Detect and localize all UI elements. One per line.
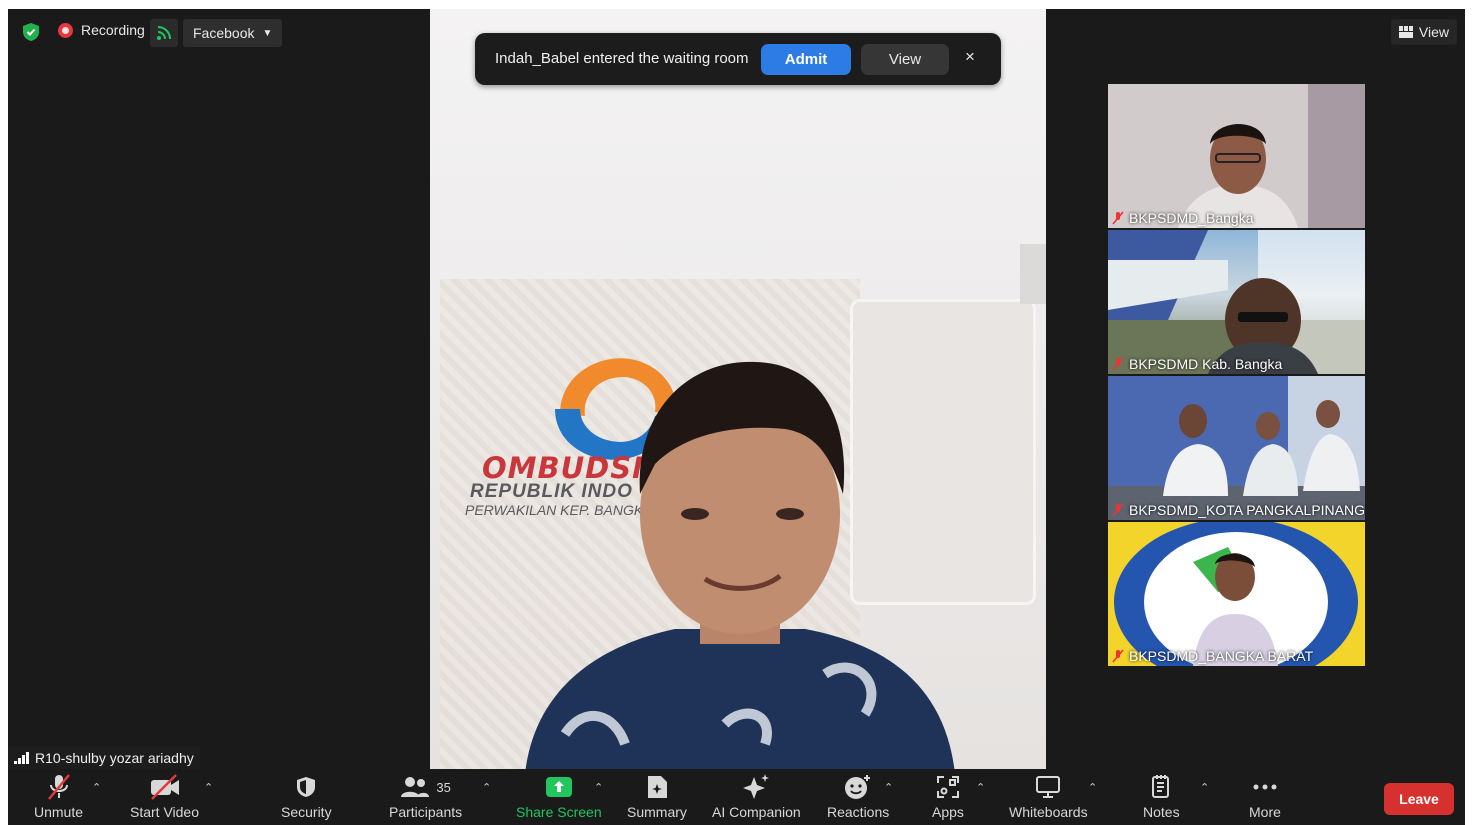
ai-companion-button[interactable]: AI Companion	[712, 773, 801, 820]
reactions-button[interactable]: Reactions	[827, 773, 889, 820]
share-screen-label: Share Screen	[516, 804, 602, 820]
ai-sparkle-icon	[743, 774, 770, 799]
participants-button[interactable]: 35 Participants	[389, 773, 462, 820]
participant-label: BKPSDMD_Bangka	[1112, 210, 1254, 226]
apps-button[interactable]: Apps	[932, 773, 964, 820]
participant-name: BKPSDMD Kab. Bangka	[1129, 356, 1283, 372]
participant-thumbnails: BKPSDMD_Bangka BKPSDMD Kab. Bangka BKPSD…	[1108, 84, 1365, 668]
security-button[interactable]: Security	[281, 773, 332, 820]
unmute-button[interactable]: Unmute	[34, 773, 83, 820]
participant-tile[interactable]: BKPSDMD_Bangka	[1108, 84, 1365, 228]
whiteboards-button[interactable]: Whiteboards	[1009, 773, 1088, 820]
participant-video	[1108, 376, 1365, 520]
participant-name: BKPSDMD_BANGKA BARAT	[1129, 648, 1314, 664]
share-screen-button[interactable]: Share Screen	[516, 773, 602, 820]
participant-tile[interactable]: BKPSDMD_BANGKA BARAT	[1108, 522, 1365, 666]
signal-bars-icon	[14, 752, 29, 764]
muted-mic-icon	[1112, 649, 1124, 663]
apps-label: Apps	[932, 804, 964, 820]
participants-label: Participants	[389, 804, 463, 820]
whiteboards-options-caret-icon[interactable]: ⌃	[1088, 781, 1097, 794]
air-conditioner	[1020, 244, 1046, 304]
more-label: More	[1249, 804, 1281, 820]
encryption-shield-icon[interactable]	[20, 21, 42, 43]
muted-mic-icon	[1112, 211, 1124, 225]
participant-label: BKPSDMD Kab. Bangka	[1112, 356, 1282, 372]
close-icon[interactable]: ×	[965, 47, 975, 67]
reactions-label: Reactions	[827, 804, 890, 820]
admit-button[interactable]: Admit	[761, 44, 851, 75]
leave-button[interactable]: Leave	[1384, 783, 1454, 815]
participant-label: BKPSDMD_BANGKA BARAT	[1112, 648, 1313, 664]
start-video-label: Start Video	[130, 804, 200, 820]
notes-label: Notes	[1143, 804, 1180, 820]
caret-down-icon: ▼	[262, 27, 273, 39]
apps-icon	[936, 776, 959, 798]
audio-options-caret-icon[interactable]: ⌃	[92, 781, 101, 794]
video-off-icon	[150, 774, 179, 800]
ai-companion-label: AI Companion	[712, 804, 801, 820]
whiteboard-icon	[1036, 776, 1061, 798]
view-label: View	[1418, 24, 1449, 40]
speaker-person	[525, 361, 955, 769]
notes-options-caret-icon[interactable]: ⌃	[1200, 781, 1209, 794]
apps-options-caret-icon[interactable]: ⌃	[976, 781, 985, 794]
zoom-meeting-window: Recording Facebook ▼ View OMBUDSN REPUBL…	[8, 9, 1465, 825]
whiteboards-label: Whiteboards	[1009, 804, 1088, 820]
notes-button[interactable]: Notes	[1143, 773, 1180, 820]
active-speaker-name: R10-shulby yozar ariadhy	[35, 750, 194, 766]
participant-video	[1108, 84, 1365, 228]
recording-dot-icon	[58, 22, 73, 38]
more-button[interactable]: More	[1249, 773, 1281, 820]
participant-video	[1108, 230, 1365, 374]
reactions-options-caret-icon[interactable]: ⌃	[884, 781, 893, 794]
reactions-smiley-icon	[845, 775, 871, 799]
muted-microphone-icon	[47, 774, 70, 800]
security-label: Security	[281, 804, 332, 820]
grid-view-icon	[1398, 26, 1413, 38]
summary-icon	[647, 776, 667, 798]
participant-name: BKPSDMD_Bangka	[1129, 210, 1254, 226]
share-options-caret-icon[interactable]: ⌃	[594, 781, 603, 794]
notification-text: Indah_Babel entered the waiting room	[495, 50, 749, 67]
share-screen-icon	[545, 777, 572, 797]
recording-indicator[interactable]: Recording	[58, 22, 145, 38]
summary-label: Summary	[627, 804, 687, 820]
stream-target-dropdown[interactable]: Facebook ▼	[183, 19, 283, 47]
active-speaker-name-tag: R10-shulby yozar ariadhy	[8, 747, 200, 769]
unmute-label: Unmute	[34, 804, 84, 820]
recording-label: Recording	[81, 22, 145, 38]
muted-mic-icon	[1112, 357, 1124, 371]
start-video-button[interactable]: Start Video	[130, 773, 199, 820]
video-options-caret-icon[interactable]: ⌃	[204, 781, 213, 794]
participant-video	[1108, 522, 1365, 666]
participant-name: BKPSDMD_KOTA PANGKALPINANG	[1129, 502, 1365, 518]
broadcast-icon	[157, 26, 171, 40]
participant-label: BKPSDMD_KOTA PANGKALPINANG	[1112, 502, 1365, 518]
participant-tile[interactable]: BKPSDMD_KOTA PANGKALPINANG	[1108, 376, 1365, 520]
participants-options-caret-icon[interactable]: ⌃	[482, 781, 491, 794]
participants-count: 35	[436, 779, 451, 795]
security-shield-icon	[297, 777, 316, 797]
stream-target-label: Facebook	[193, 25, 255, 41]
participant-tile[interactable]: BKPSDMD Kab. Bangka	[1108, 230, 1365, 374]
live-stream-button[interactable]	[150, 19, 178, 47]
muted-mic-icon	[1112, 503, 1124, 517]
view-waiting-button[interactable]: View	[861, 44, 949, 75]
waiting-room-notification: Indah_Babel entered the waiting room Adm…	[475, 33, 1001, 85]
active-speaker-video[interactable]: OMBUDSN REPUBLIK INDO PERWAKILAN KEP. BA…	[430, 9, 1046, 769]
notes-icon	[1152, 775, 1170, 798]
meeting-toolbar: Unmute ⌃ Start Video ⌃ Security 35 Parti…	[8, 769, 1465, 825]
summary-button[interactable]: Summary	[627, 773, 687, 820]
more-dots-icon	[1253, 784, 1277, 790]
participants-icon	[401, 777, 430, 797]
view-layout-button[interactable]: View	[1390, 19, 1457, 45]
